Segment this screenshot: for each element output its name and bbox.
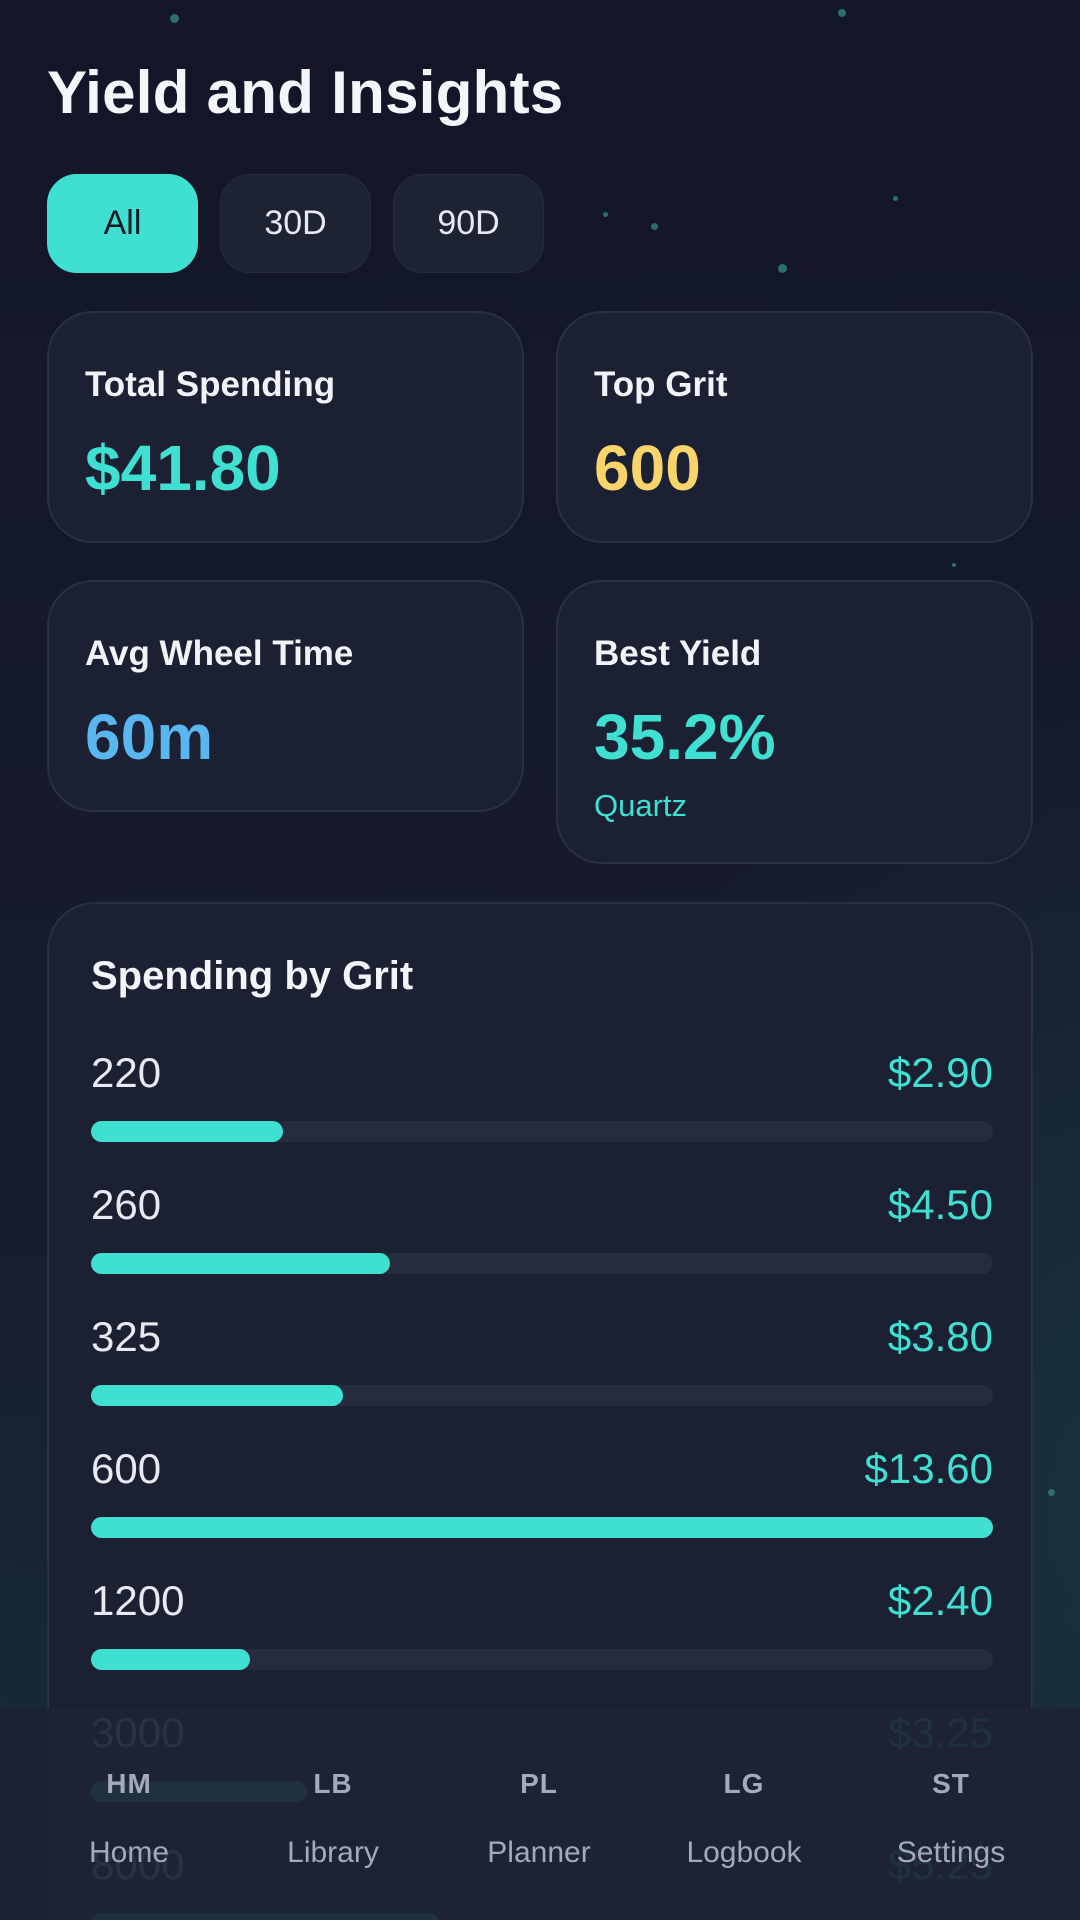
grit-label: 220	[91, 1049, 162, 1096]
grit-bar-fill	[91, 1385, 343, 1406]
stat-label: Best Yield	[594, 634, 762, 673]
stat-value: $41.80	[85, 432, 281, 504]
stat-sub-label: Quartz	[594, 788, 688, 823]
nav-label: Planner	[487, 1836, 591, 1869]
home-icon: HM	[106, 1768, 152, 1799]
grit-amount: $13.60	[864, 1445, 993, 1492]
stat-value: 35.2%	[594, 701, 776, 773]
grit-amount: $4.50	[887, 1181, 993, 1228]
grit-row: 600 $13.60	[91, 1445, 993, 1545]
grit-row: 220 $2.90	[91, 1049, 993, 1149]
logbook-icon: LG	[723, 1768, 765, 1799]
grit-bar-fill	[91, 1253, 390, 1274]
grit-bar-track	[91, 1253, 993, 1274]
grit-label: 325	[91, 1313, 162, 1360]
stat-card-avg-wheel-time[interactable]: Avg Wheel Time 60m	[47, 580, 524, 812]
nav-label: Library	[287, 1836, 379, 1869]
settings-icon: ST	[932, 1768, 970, 1799]
nav-label: Home	[88, 1836, 170, 1869]
stat-label: Total Spending	[85, 365, 336, 404]
insights-screen: Yield and Insights All 30D 90D Total Spe…	[0, 0, 1080, 1920]
grit-bar-fill	[91, 1121, 283, 1142]
grit-bar-fill	[91, 1649, 250, 1670]
grit-amount: $3.80	[887, 1313, 993, 1360]
grit-amount: $2.40	[887, 1577, 993, 1624]
nav-label: Logbook	[686, 1836, 802, 1869]
grit-label: 600	[91, 1445, 162, 1492]
period-filter: All 30D 90D	[47, 174, 544, 273]
grit-bar-track	[91, 1517, 993, 1538]
bottom-nav: HM Home LB Library PL Planner LG Logbook…	[0, 1708, 1080, 1920]
grit-amount: $2.90	[887, 1049, 993, 1096]
grit-row: 260 $4.50	[91, 1181, 993, 1281]
stat-label: Avg Wheel Time	[85, 634, 354, 673]
filter-all[interactable]: All	[47, 174, 198, 273]
stat-value: 60m	[85, 701, 214, 773]
grit-row: 325 $3.80	[91, 1313, 993, 1413]
grit-bar-fill	[91, 1517, 993, 1538]
stat-value: 600	[594, 432, 701, 504]
filter-30d[interactable]: 30D	[220, 174, 371, 273]
library-icon: LB	[313, 1768, 353, 1799]
grit-label: 1200	[91, 1577, 185, 1624]
planner-icon: PL	[520, 1768, 558, 1799]
nav-label: Settings	[896, 1836, 1006, 1869]
panel-title: Spending by Grit	[91, 954, 414, 998]
filter-90d[interactable]: 90D	[393, 174, 544, 273]
stat-label: Top Grit	[594, 365, 728, 404]
stat-card-total-spending[interactable]: Total Spending $41.80	[47, 311, 524, 543]
grit-bar-track	[91, 1649, 993, 1670]
grit-bar-track	[91, 1121, 993, 1142]
stat-card-best-yield[interactable]: Best Yield 35.2% Quartz	[556, 580, 1033, 864]
grit-label: 260	[91, 1181, 162, 1228]
grit-bar-track	[91, 1385, 993, 1406]
stat-card-top-grit[interactable]: Top Grit 600	[556, 311, 1033, 543]
page-title: Yield and Insights	[47, 59, 564, 126]
grit-row: 1200 $2.40	[91, 1577, 993, 1677]
